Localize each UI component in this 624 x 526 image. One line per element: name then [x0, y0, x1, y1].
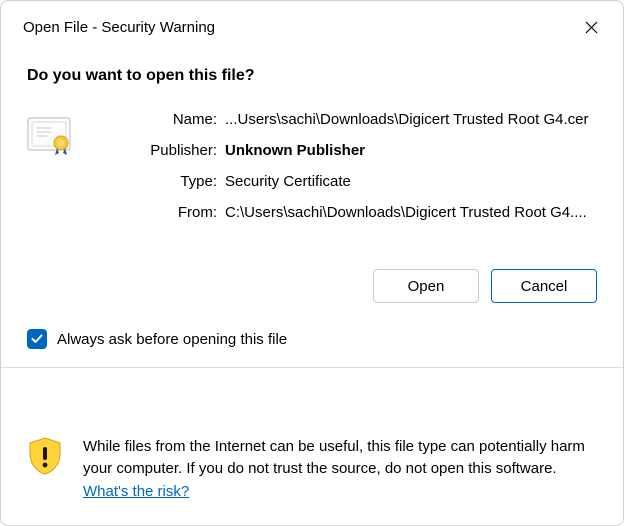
shield-warning-icon [27, 436, 67, 504]
close-icon [585, 21, 598, 34]
footer-message: While files from the Internet can be use… [83, 438, 585, 478]
heading: Do you want to open this file? [27, 67, 597, 85]
open-button[interactable]: Open [373, 269, 479, 303]
footer-text: While files from the Internet can be use… [83, 436, 597, 504]
whats-the-risk-link[interactable]: What's the risk? [83, 483, 189, 500]
security-warning-dialog: Open File - Security Warning Do you want… [0, 0, 624, 526]
type-value: Security Certificate [225, 173, 597, 190]
publisher-label: Publisher: [117, 142, 217, 159]
always-ask-label[interactable]: Always ask before opening this file [57, 331, 287, 348]
dialog-title: Open File - Security Warning [23, 19, 215, 36]
titlebar: Open File - Security Warning [1, 1, 623, 45]
always-ask-checkbox[interactable] [27, 329, 47, 349]
type-label: Type: [117, 173, 217, 190]
publisher-value: Unknown Publisher [225, 142, 597, 159]
certificate-icon [27, 111, 87, 221]
cancel-button[interactable]: Cancel [491, 269, 597, 303]
name-label: Name: [117, 111, 217, 128]
divider [1, 367, 623, 368]
from-value: C:\Users\sachi\Downloads\Digicert Truste… [225, 204, 597, 221]
name-value: ...Users\sachi\Downloads\Digicert Truste… [225, 111, 597, 128]
close-button[interactable] [577, 13, 605, 41]
from-label: From: [117, 204, 217, 221]
checkmark-icon [30, 332, 44, 346]
